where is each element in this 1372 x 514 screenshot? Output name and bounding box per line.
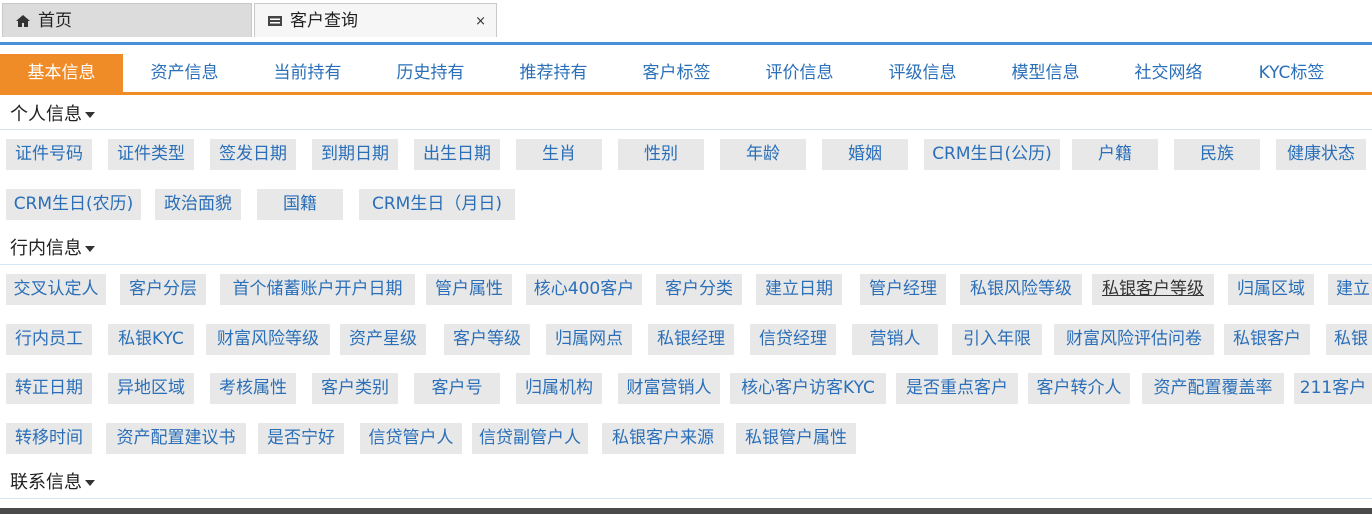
field-chip[interactable]: 私银客户 — [1224, 324, 1310, 355]
field-chip[interactable]: 私银管户属性 — [736, 423, 856, 454]
section-divider — [0, 264, 1372, 265]
field-chip[interactable]: 健康状态 — [1276, 139, 1366, 170]
field-chip[interactable]: 客户等级 — [444, 324, 530, 355]
caret-down-icon — [85, 480, 95, 486]
field-chip[interactable]: 营销人 — [852, 324, 938, 355]
nav-tab[interactable]: 社交网络 — [1107, 54, 1230, 92]
field-chip[interactable]: 客户号 — [414, 373, 500, 404]
card-icon — [268, 16, 282, 26]
field-chip[interactable]: 是否重点客户 — [896, 373, 1018, 404]
field-chip[interactable]: 管户经理 — [860, 274, 946, 305]
tab-customer-query[interactable]: 客户查询 × — [254, 3, 497, 37]
field-chip[interactable]: CRM生日（月日) — [359, 189, 515, 220]
field-chip[interactable]: 客户分层 — [120, 274, 206, 305]
field-chip[interactable]: 211客户 — [1294, 373, 1372, 404]
field-chip[interactable]: 建立日期 — [756, 274, 842, 305]
nav-tab[interactable]: 基本信息 — [0, 54, 123, 92]
field-chip[interactable]: 私银KYC — [108, 324, 194, 355]
field-chip[interactable]: 财富风险等级 — [206, 324, 330, 355]
field-chip[interactable]: 生肖 — [516, 139, 602, 170]
nav-tab[interactable]: 推荐持有 — [492, 54, 615, 92]
section-personal-header[interactable]: 个人信息 — [10, 102, 95, 128]
field-chip[interactable]: 政治面貌 — [155, 189, 241, 220]
field-chip[interactable]: 客户分类 — [656, 274, 742, 305]
field-chip[interactable]: 性别 — [618, 139, 704, 170]
field-chip[interactable]: 引入年限 — [952, 324, 1042, 355]
bottom-bar — [0, 508, 1372, 514]
section-divider — [0, 498, 1372, 499]
field-chip[interactable]: 到期日期 — [312, 139, 398, 170]
field-chip[interactable]: 归属区域 — [1228, 274, 1314, 305]
section-personal-title: 个人信息 — [10, 104, 82, 125]
nav-tab[interactable]: 模型信息 — [984, 54, 1107, 92]
nav-tab[interactable]: 资产信息 — [123, 54, 246, 92]
field-chip[interactable]: 民族 — [1174, 139, 1260, 170]
field-chip[interactable]: 是否宁好 — [258, 423, 344, 454]
field-chip[interactable]: 归属机构 — [516, 373, 602, 404]
field-chip[interactable]: 核心客户访客KYC — [730, 373, 886, 404]
field-chip[interactable]: 资产配置覆盖率 — [1142, 373, 1284, 404]
field-chip[interactable]: 国籍 — [257, 189, 343, 220]
field-chip[interactable]: 私银 — [1326, 324, 1372, 355]
field-chip[interactable]: 客户类别 — [312, 373, 398, 404]
home-icon — [16, 15, 30, 27]
field-chip[interactable]: 信贷副管户人 — [472, 423, 588, 454]
caret-down-icon — [85, 246, 95, 252]
field-chip[interactable]: CRM生日(农历) — [6, 189, 141, 220]
field-chip[interactable]: 户籍 — [1072, 139, 1158, 170]
field-chip[interactable]: 证件类型 — [108, 139, 194, 170]
field-chip[interactable]: 出生日期 — [414, 139, 500, 170]
field-chip[interactable]: 资产配置建议书 — [106, 423, 246, 454]
nav-underline — [0, 92, 1372, 95]
field-chip[interactable]: 年龄 — [720, 139, 806, 170]
field-chip[interactable]: 行内员工 — [6, 324, 92, 355]
field-chip[interactable]: 交叉认定人 — [6, 274, 106, 305]
section-bank-title: 行内信息 — [10, 238, 82, 259]
nav-tab[interactable]: 当前持有 — [246, 54, 369, 92]
field-chip[interactable]: 核心400客户 — [526, 274, 642, 305]
field-chip[interactable]: 婚姻 — [822, 139, 908, 170]
field-chip[interactable]: 证件号码 — [6, 139, 92, 170]
field-chip[interactable]: 建立 — [1328, 274, 1372, 305]
nav-tab[interactable]: 历史持有 — [369, 54, 492, 92]
field-chip[interactable]: 客户转介人 — [1028, 373, 1130, 404]
section-contact-title: 联系信息 — [10, 472, 82, 493]
section-divider — [0, 129, 1372, 130]
field-chip[interactable]: 私银客户等级 — [1092, 274, 1214, 305]
field-chip[interactable]: 信贷经理 — [750, 324, 836, 355]
field-chip[interactable]: 异地区域 — [108, 373, 194, 404]
tab-home[interactable]: 首页 — [2, 3, 252, 37]
field-chip[interactable]: 资产星级 — [340, 324, 426, 355]
field-chip[interactable]: 管户属性 — [426, 274, 512, 305]
field-chip[interactable]: 归属网点 — [546, 324, 632, 355]
field-chip[interactable]: 信贷管户人 — [360, 423, 462, 454]
tab-home-label: 首页 — [38, 11, 72, 31]
field-chip[interactable]: 私银经理 — [648, 324, 734, 355]
field-chip[interactable]: 转正日期 — [6, 373, 92, 404]
nav-tab[interactable]: KYC标签 — [1230, 54, 1353, 92]
field-chip[interactable]: 财富营销人 — [618, 373, 720, 404]
nav-tab[interactable]: 评级信息 — [861, 54, 984, 92]
field-chip[interactable]: 首个储蓄账户开户日期 — [220, 274, 415, 305]
window-tab-bar: 首页 客户查询 × — [0, 0, 1372, 42]
field-chip[interactable]: 私银风险等级 — [960, 274, 1082, 305]
info-nav: 基本信息 资产信息 当前持有 历史持有 推荐持有 客户标签 评价信息 评级信息 模型信息 社交网络… — [0, 45, 1372, 96]
section-bank-header[interactable]: 行内信息 — [10, 236, 95, 262]
close-icon[interactable]: × — [475, 5, 486, 39]
nav-tab[interactable]: 客户标签 — [615, 54, 738, 92]
section-contact-header[interactable]: 联系信息 — [10, 470, 95, 496]
caret-down-icon — [85, 112, 95, 118]
nav-tab[interactable]: 评价信息 — [738, 54, 861, 92]
tab-customer-query-label: 客户查询 — [290, 11, 358, 31]
field-chip[interactable]: CRM生日(公历) — [924, 139, 1060, 170]
field-chip[interactable]: 考核属性 — [210, 373, 296, 404]
field-chip[interactable]: 私银客户来源 — [602, 423, 724, 454]
field-chip[interactable]: 转移时间 — [6, 423, 92, 454]
field-chip[interactable]: 财富风险评估问卷 — [1054, 324, 1214, 355]
field-chip[interactable]: 签发日期 — [210, 139, 296, 170]
